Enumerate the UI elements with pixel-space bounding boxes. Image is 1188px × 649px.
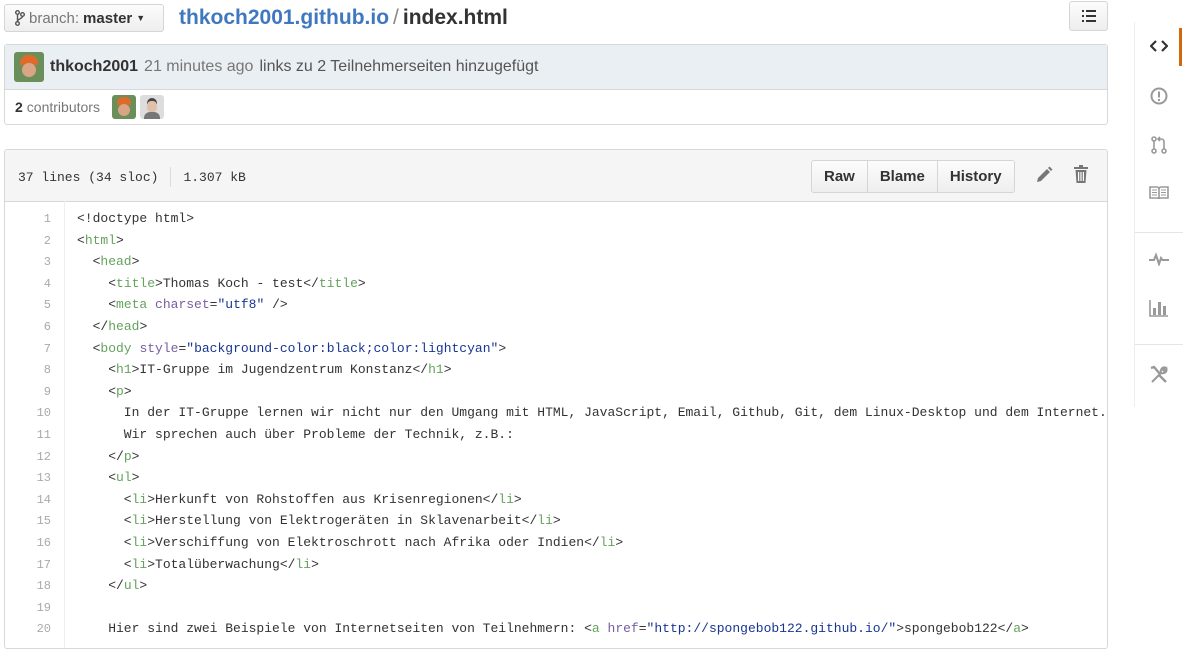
list-icon [1081,10,1096,22]
commit-time: 21 minutes ago [144,58,254,75]
nav-wiki[interactable] [1135,186,1183,200]
history-button[interactable]: History [936,161,1014,192]
file-info: 37 lines (34 sloc) 1.307 kB [18,167,246,187]
line-number[interactable]: 10 [5,406,51,420]
settings-icon [1150,365,1168,383]
line-number[interactable]: 15 [5,514,51,528]
code-line: </head> [77,319,148,334]
breadcrumb: thkoch2001.github.io / index.html [179,5,508,31]
code-line: <meta charset="utf8" /> [77,297,288,313]
breadcrumb-file-name: index.html [402,6,508,29]
code-line: <head> [77,254,140,270]
code-line: <html> [77,232,124,248]
branch-label: branch: [29,9,80,27]
branch-value: master [83,9,133,27]
nav-issues[interactable] [1135,87,1183,105]
blame-button[interactable]: Blame [866,161,937,192]
line-number[interactable]: 14 [5,493,51,507]
file-size: 1.307 kB [183,169,246,185]
nav-separator [1135,232,1183,233]
line-number[interactable]: 20 [5,622,51,636]
branch-selector-button[interactable]: branch: master ▼ [4,4,164,32]
line-number[interactable]: 18 [5,579,51,593]
code-line: Wir sprechen auch über Probleme der Tech… [77,427,514,442]
repo-nav [1134,22,1183,407]
graphs-icon [1149,300,1168,317]
line-number[interactable]: 12 [5,450,51,464]
line-number-gutter: 1 2 3 4 5 6 7 8 9 10 11 12 13 14 15 16 17 18 19 20 [5,201,65,648]
code-icon [1150,40,1168,52]
nav-graphs[interactable] [1135,299,1183,317]
code-line: <h1>IT-Gruppe im Jugendzentrum Konstanz<… [77,362,452,378]
commit-tease: thkoch2001 21 minutes ago links zu 2 Tei… [4,44,1108,125]
line-number[interactable]: 17 [5,558,51,572]
line-number[interactable]: 2 [5,234,51,248]
code-line: <li>Herkunft von Rohstoffen aus Krisenre… [77,491,522,507]
nav-code[interactable] [1135,39,1183,53]
code-line: <li>Herstellung von Elektrogeräten in Sk… [77,513,561,529]
issues-icon [1150,87,1168,105]
nav-settings[interactable] [1135,365,1183,385]
chevron-down-icon: ▼ [136,13,146,23]
code-line: </p> [77,448,140,464]
trash-icon[interactable] [1074,165,1088,183]
nav-pulse[interactable] [1135,252,1183,266]
line-number[interactable]: 6 [5,320,51,334]
author-avatar[interactable] [14,52,44,82]
line-number[interactable]: 1 [5,212,51,226]
code-line: <li>Totalüberwachung</li> [77,556,319,572]
pencil-icon[interactable] [1035,166,1053,184]
code-line: <p> [77,383,132,399]
contributors-count[interactable]: 2 [15,99,23,115]
line-number[interactable]: 13 [5,471,51,485]
file-list-button[interactable] [1069,1,1108,31]
line-number[interactable]: 11 [5,428,51,442]
nav-separator [1135,344,1183,345]
line-number[interactable]: 4 [5,277,51,291]
nav-pull-requests[interactable] [1135,136,1183,154]
file-actions-group: Raw Blame History [811,160,1015,193]
code-line: <body style="background-color:black;colo… [77,340,507,356]
commit-message-link[interactable]: links zu 2 Teilnehmerseiten hinzugefügt [259,58,538,76]
wiki-icon [1149,186,1169,200]
code-line: In der IT-Gruppe lernen wir nicht nur de… [77,405,1107,421]
pulse-icon [1149,252,1169,266]
breadcrumb-repo-link[interactable]: thkoch2001.github.io [179,6,389,29]
branch-icon [15,10,25,26]
code-line: Hier sind zwei Beispiele von Internetsei… [77,621,1029,637]
contributors-label[interactable]: contributors [27,99,100,115]
code-line: <title>Thomas Koch - test</title> [77,275,366,291]
file-lines-info: 37 lines (34 sloc) [18,169,159,185]
line-number[interactable]: 3 [5,255,51,269]
line-number[interactable]: 19 [5,601,51,615]
line-number[interactable]: 7 [5,342,51,356]
line-number[interactable]: 5 [5,298,51,312]
line-number[interactable]: 9 [5,385,51,399]
commit-header: thkoch2001 21 minutes ago links zu 2 Tei… [5,45,1107,90]
code-line: </ul> [77,578,148,594]
breadcrumb-separator: / [393,6,399,29]
pull-request-icon [1151,136,1167,154]
divider [170,167,172,187]
code-view: 1 2 3 4 5 6 7 8 9 10 11 12 13 14 15 16 17 18 19 20 <!doctyp… [5,201,1107,648]
line-number[interactable]: 8 [5,363,51,377]
code-line: <!doctype html> [77,211,195,226]
raw-button[interactable]: Raw [812,161,867,192]
commit-author-link[interactable]: thkoch2001 [50,58,138,76]
line-number[interactable]: 16 [5,536,51,550]
contributor-avatar[interactable] [139,95,164,119]
code-line: <li>Verschiffung von Elektroschrott nach… [77,535,624,550]
contributor-avatar[interactable] [111,95,136,119]
file-viewer: 37 lines (34 sloc) 1.307 kB Raw Blame Hi… [4,149,1108,649]
file-header: 37 lines (34 sloc) 1.307 kB Raw Blame Hi… [5,150,1107,202]
code-line: <ul> [77,470,140,486]
contributors-row: 2 contributors [5,89,1107,125]
